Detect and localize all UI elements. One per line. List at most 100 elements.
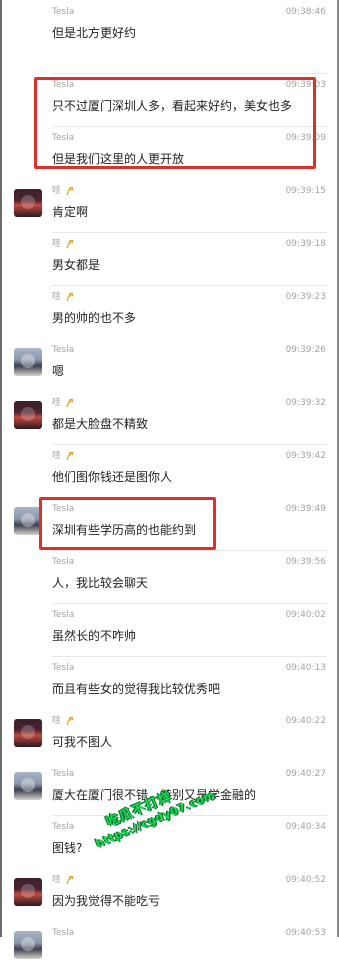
wheat-icon: [66, 239, 74, 248]
wheat-icon: [66, 186, 74, 195]
avatar-image: [21, 884, 35, 898]
sender-name: 哇: [52, 398, 75, 410]
sender-name-text: 哇: [52, 716, 62, 726]
avatar-image: [21, 513, 35, 527]
sender-name: Tesla: [52, 557, 74, 569]
divider: [52, 444, 327, 445]
chat-message[interactable]: Tesla 09:38:46 但是北方更好约: [0, 0, 339, 53]
chat-message[interactable]: 哇 09:39:15 肯定啊: [0, 179, 339, 232]
message-time: 09:40:52: [285, 875, 326, 885]
divider: [52, 550, 327, 551]
sender-name-text: Tesla: [52, 557, 75, 567]
sender-name: Tesla: [52, 769, 74, 781]
message-text: 可我不图人: [52, 735, 113, 749]
sender-name-text: 哇: [52, 451, 62, 461]
message-time: 09:40:22: [285, 716, 326, 726]
message-text: 肯定啊: [52, 205, 89, 219]
message-time: 09:39:56: [285, 557, 326, 567]
avatar-image: [21, 778, 35, 792]
chat-message[interactable]: 哇 09:39:42 他们图你钱还是图你人: [0, 444, 339, 497]
sender-name-text: Tesla: [52, 822, 75, 832]
chat-message[interactable]: Tesla 09:39:26 嗯: [0, 338, 339, 391]
chat-message[interactable]: 哇 09:39:32 都是大脸盘不精致: [0, 391, 339, 444]
sender-name: Tesla: [52, 822, 74, 834]
avatar-image: [21, 195, 35, 209]
message-time: 09:40:02: [285, 610, 326, 620]
sender-name-text: 哇: [52, 186, 62, 196]
chat-message[interactable]: 哇 09:40:52 因为我觉得不能吃亏: [0, 868, 339, 921]
avatar[interactable]: [14, 401, 42, 429]
chat-message[interactable]: 哇 09:39:23 男的帅的也不多: [0, 285, 339, 338]
message-time: 09:39:49: [285, 504, 326, 514]
wheat-icon: [66, 398, 74, 407]
avatar[interactable]: [14, 772, 42, 800]
message-time: 09:39:15: [285, 186, 326, 196]
avatar[interactable]: [14, 189, 42, 217]
sender-name-text: 哇: [52, 292, 62, 302]
chat-message[interactable]: Tesla 09:40:02 虽然长的不咋帅: [0, 603, 339, 656]
chat-message[interactable]: Tesla 09:39:56 人，我比较会聊天: [0, 550, 339, 603]
message-text: 男女都是: [52, 258, 101, 272]
avatar[interactable]: [14, 878, 42, 906]
sender-name: 哇: [52, 451, 75, 463]
divider: [52, 815, 327, 816]
avatar-image: [21, 354, 35, 368]
avatar-image: [21, 725, 35, 739]
wheat-icon: [66, 716, 74, 725]
sender-name: Tesla: [52, 345, 74, 357]
message-text: 人，我比较会聊天: [52, 576, 149, 590]
message-text: 男的帅的也不多: [52, 311, 137, 325]
avatar[interactable]: [14, 719, 42, 747]
sender-name-text: Tesla: [52, 663, 75, 673]
chat-message[interactable]: Tesla 09:40:13 而且有些女的觉得我比较优秀吧: [0, 656, 339, 709]
message-time: 09:40:13: [285, 663, 326, 673]
avatar-image: [21, 937, 35, 951]
message-text: 而且有些女的觉得我比较优秀吧: [52, 682, 221, 696]
sender-name-text: 哇: [52, 398, 62, 408]
chat-message[interactable]: Tesla 09:40:34 图钱?: [0, 815, 339, 868]
message-text: 厦大在厦门很不错，特别又是学金融的: [52, 788, 257, 802]
chat-message[interactable]: 哇 09:40:22 可我不图人: [0, 709, 339, 762]
wheat-icon: [66, 875, 74, 884]
highlight-box-bottom: [39, 497, 216, 550]
message-text: 都是大脸盘不精致: [52, 417, 149, 431]
message-text: 嗯: [52, 364, 65, 378]
divider: [52, 285, 327, 286]
message-text: 虽然长的不咋帅: [52, 629, 137, 643]
avatar-image: [21, 407, 35, 421]
message-time: 09:40:53: [285, 928, 326, 938]
message-text: 但是北方更好约: [52, 26, 137, 40]
sender-name: Tesla: [52, 928, 74, 940]
sender-name-text: Tesla: [52, 610, 75, 620]
sender-name: Tesla: [52, 610, 74, 622]
divider: [52, 232, 327, 233]
divider: [52, 603, 327, 604]
sender-name: 哇: [52, 875, 75, 887]
sender-name-text: 哇: [52, 239, 62, 249]
divider: [52, 73, 327, 74]
chat-message[interactable]: Tesla 09:40:27 厦大在厦门很不错，特别又是学金融的: [0, 762, 339, 815]
wheat-icon: [66, 292, 74, 301]
message-time: 09:38:46: [285, 7, 326, 17]
message-text: 因为我觉得不能吃亏: [52, 894, 161, 908]
avatar[interactable]: [14, 348, 42, 376]
message-time: 09:39:18: [285, 239, 326, 249]
avatar[interactable]: [14, 931, 42, 959]
divider: [52, 656, 327, 657]
message-time: 09:39:26: [285, 345, 326, 355]
sender-name: 哇: [52, 716, 75, 728]
message-time: 09:39:23: [285, 292, 326, 302]
avatar[interactable]: [14, 507, 42, 535]
sender-name-text: Tesla: [52, 7, 75, 17]
chat-message[interactable]: 哇 09:39:18 男女都是: [0, 232, 339, 285]
chat-message[interactable]: Tesla 09:40:53: [0, 921, 339, 974]
message-time: 09:39:42: [285, 451, 326, 461]
sender-name: 哇: [52, 186, 75, 198]
sender-name: Tesla: [52, 663, 74, 675]
sender-name-text: Tesla: [52, 769, 75, 779]
message-time: 09:40:27: [285, 769, 326, 779]
sender-name-text: 哇: [52, 875, 62, 885]
message-text: 图钱?: [52, 841, 83, 855]
wheat-icon: [66, 451, 74, 460]
message-text: 他们图你钱还是图你人: [52, 470, 173, 484]
